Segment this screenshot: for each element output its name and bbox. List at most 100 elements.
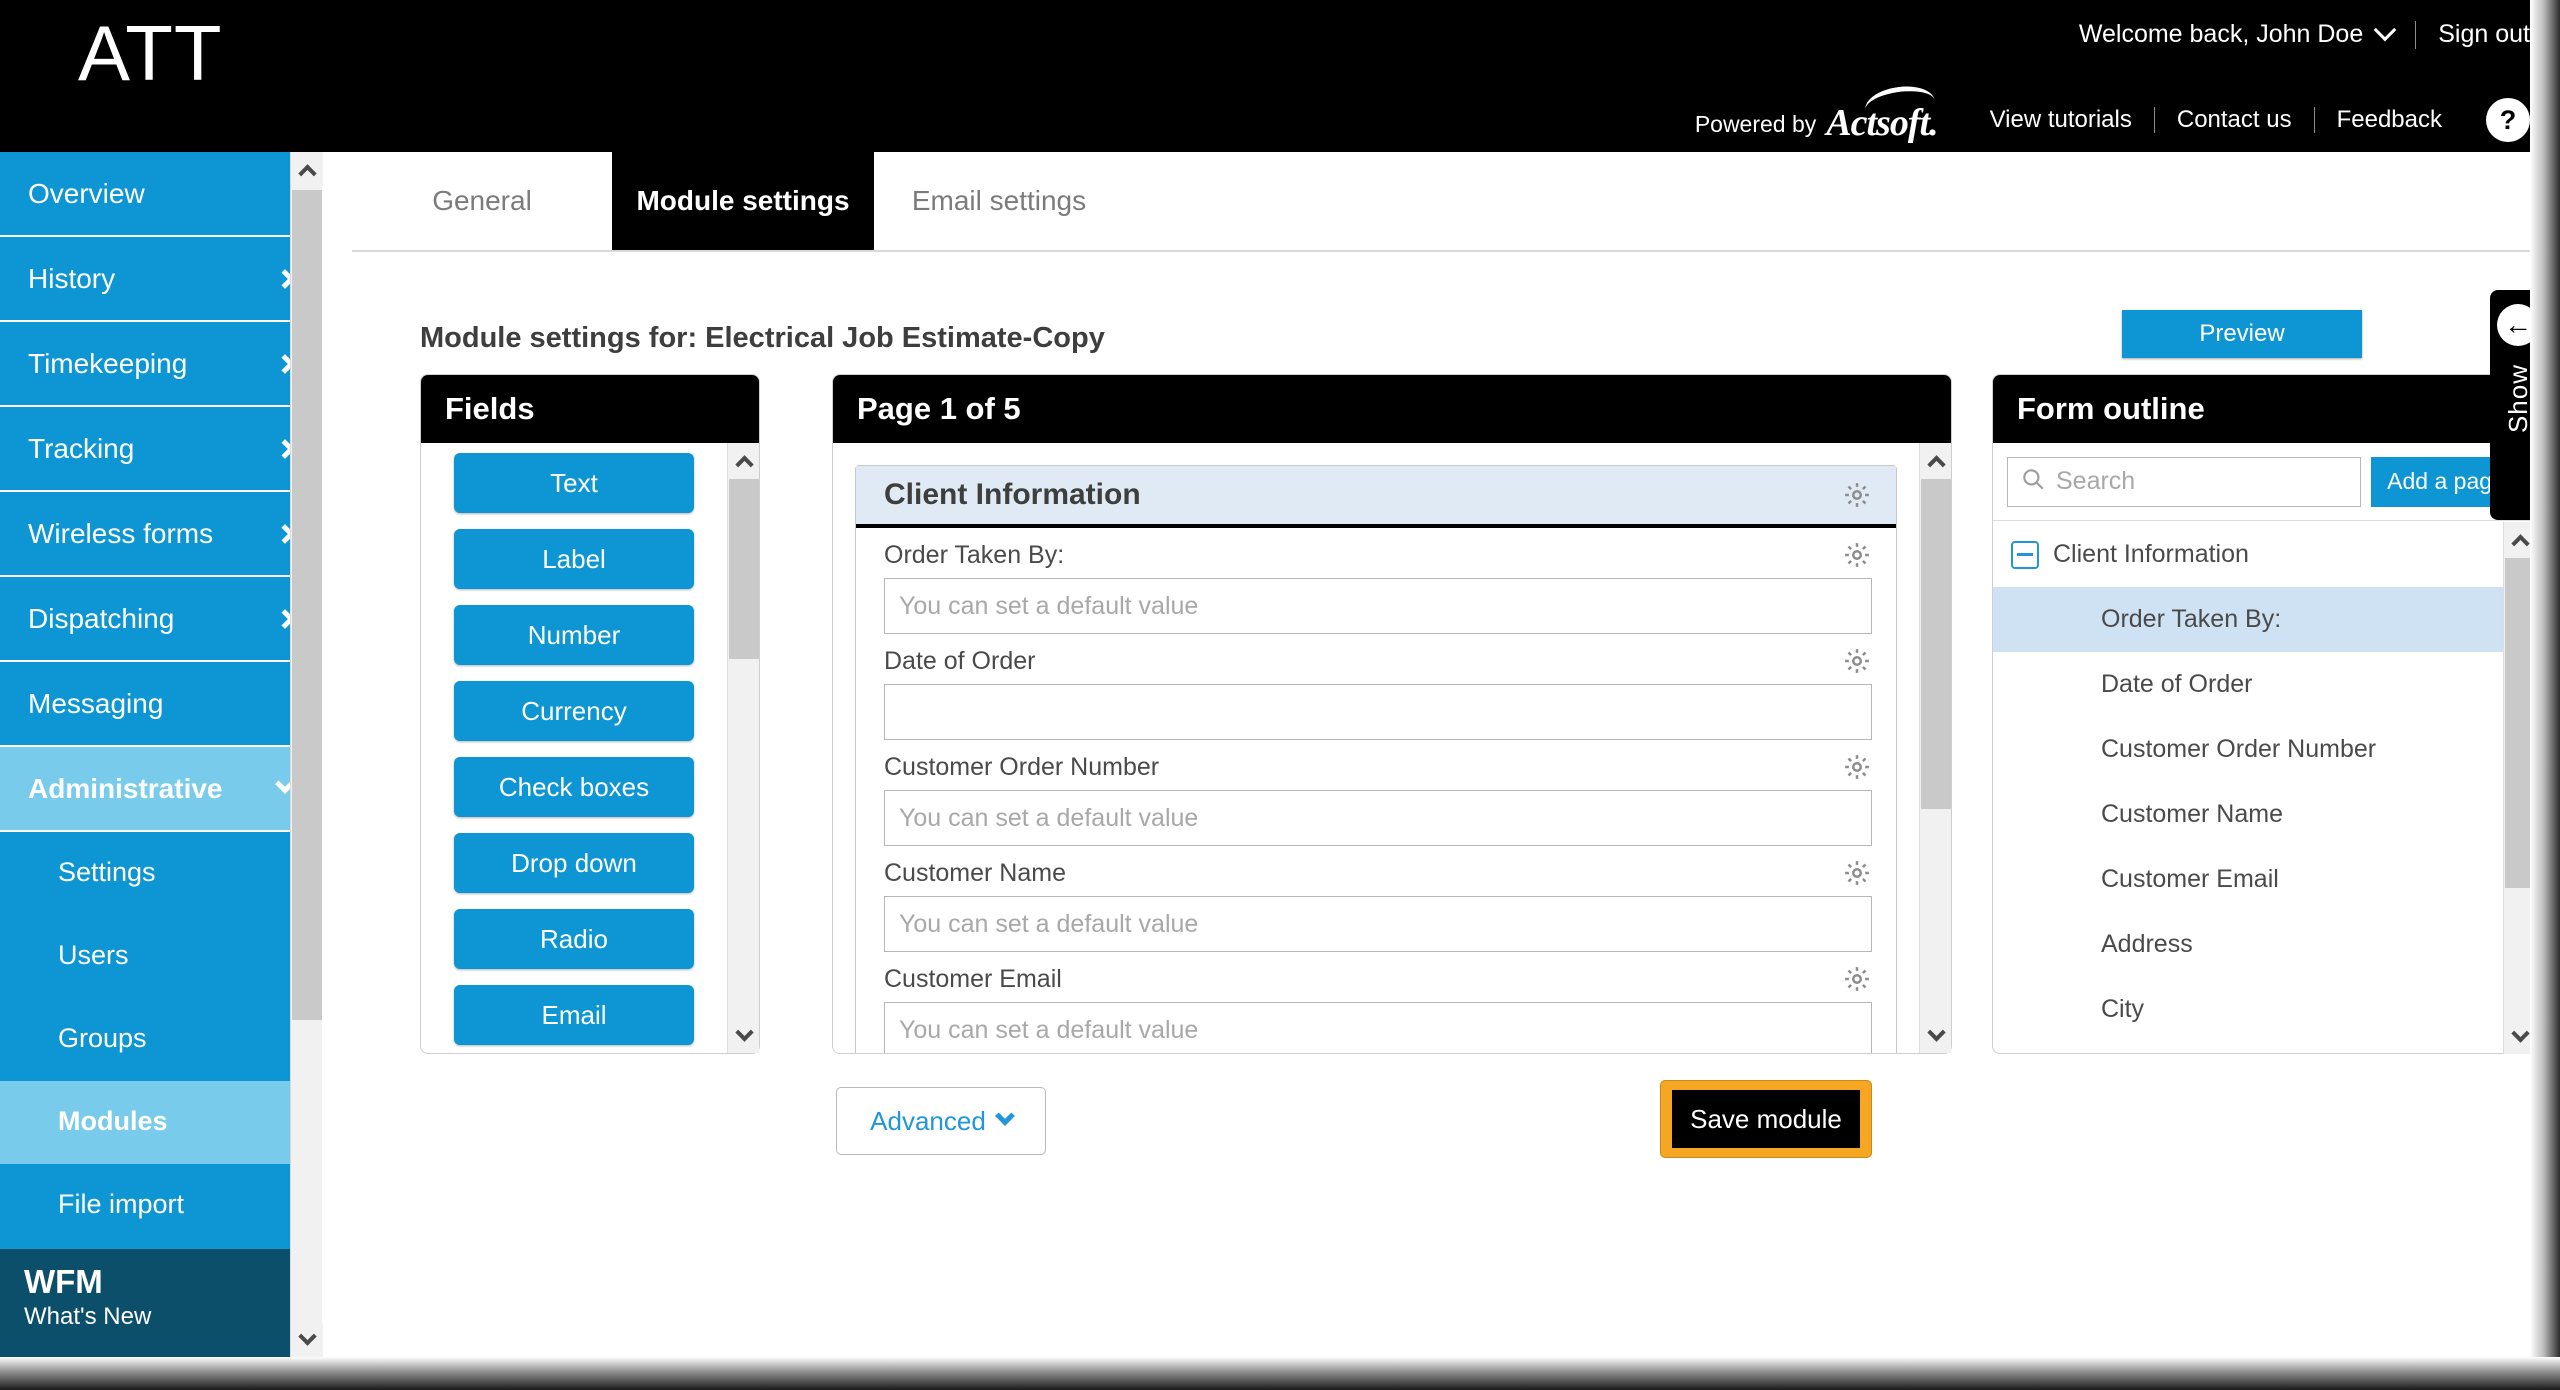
outline-row-label: Customer Email [2101, 865, 2279, 893]
gear-icon[interactable] [1842, 540, 1872, 570]
sidebar-item-modules[interactable]: Modules [0, 1081, 320, 1164]
sidebar-scrollbar[interactable] [290, 152, 323, 1357]
sidebar-item-history[interactable]: History [0, 237, 320, 322]
sidebar-subitem-label: Groups [58, 1023, 147, 1053]
sidebar-item-tracking[interactable]: Tracking [0, 407, 320, 492]
sidebar-item-label: Dispatching [28, 602, 175, 634]
field-button-label[interactable]: Label [454, 529, 694, 589]
sidebar-subitem-label: Modules [58, 1106, 168, 1136]
page-scrollbar[interactable] [1919, 443, 1951, 1053]
welcome-label[interactable]: Welcome back, John Doe [2079, 20, 2377, 49]
scroll-up-icon[interactable] [728, 443, 760, 477]
form-field-customer-email: Customer Email You can set a default val… [856, 952, 1896, 1053]
collapse-minus-icon[interactable] [2011, 540, 2039, 569]
scroll-down-icon[interactable] [1920, 1019, 1952, 1053]
fields-scrollbar[interactable] [727, 443, 759, 1053]
field-button-currency[interactable]: Currency [454, 681, 694, 741]
wfm-title: WFM [24, 1263, 103, 1300]
form-outline-list: Client Information Order Taken By: Date … [1993, 522, 2503, 1054]
scroll-down-icon[interactable] [291, 1323, 323, 1357]
sidebar-item-overview[interactable]: Overview [0, 152, 320, 237]
sidebar-item-wireless-forms[interactable]: Wireless forms [0, 492, 320, 577]
form-section-header[interactable]: Client Information [856, 466, 1896, 528]
field-input[interactable] [884, 684, 1872, 740]
gear-icon[interactable] [1842, 858, 1872, 888]
sidebar-item-file-import[interactable]: File import [0, 1164, 320, 1247]
field-input[interactable]: You can set a default value [884, 578, 1872, 634]
powered-by-label: Powered by [1694, 111, 1817, 137]
field-button-email[interactable]: Email [454, 985, 694, 1045]
outline-row-label: City [2101, 995, 2145, 1023]
top-header: ATT Welcome back, John Doe Sign out Powe… [0, 0, 2560, 152]
outline-row-label: Client Information [2053, 540, 2249, 568]
sidebar-item-settings[interactable]: Settings [0, 832, 320, 915]
field-input[interactable]: You can set a default value [884, 790, 1872, 846]
feedback-link[interactable]: Feedback [2315, 106, 2464, 134]
fields-panel: Fields Text Label Number Currency Check … [420, 374, 760, 1054]
scrollbar-thumb[interactable] [729, 479, 759, 659]
chevron-down-icon[interactable] [2373, 18, 2397, 41]
scroll-up-icon[interactable] [1920, 443, 1952, 477]
scroll-down-icon[interactable] [728, 1019, 760, 1053]
sidebar-item-timekeeping[interactable]: Timekeeping [0, 322, 320, 407]
save-module-button[interactable]: Save module [1672, 1090, 1860, 1148]
preview-button[interactable]: Preview [2122, 310, 2362, 358]
advanced-button[interactable]: Advanced [836, 1087, 1046, 1155]
form-field-customer-order-number: Customer Order Number You can set a defa… [856, 740, 1896, 846]
sidebar-subitem-label: Settings [58, 857, 156, 887]
field-label: Order Taken By: [884, 540, 1065, 569]
scrollbar-thumb[interactable] [292, 190, 322, 1020]
sidebar-item-groups[interactable]: Groups [0, 998, 320, 1081]
sidebar-footer-wfm[interactable]: WFM What's New [0, 1249, 320, 1357]
form-field-date-of-order: Date of Order [856, 634, 1896, 740]
outline-row-state[interactable]: State [1993, 1042, 2503, 1054]
sidebar-item-administrative[interactable]: Administrative [0, 747, 320, 832]
page-panel-body: Client Information Order Taken By: You c… [833, 443, 1951, 1053]
sign-out-link[interactable]: Sign out [2438, 20, 2530, 49]
search-icon [2020, 466, 2046, 497]
sidebar-item-messaging[interactable]: Messaging [0, 662, 320, 747]
field-label: Date of Order [884, 646, 1036, 675]
gear-icon[interactable] [1842, 480, 1872, 510]
contact-us-link[interactable]: Contact us [2155, 106, 2314, 134]
field-button-text[interactable]: Text [454, 453, 694, 513]
tab-module-settings[interactable]: Module settings [612, 152, 874, 250]
wfm-subtitle: What's New [24, 1302, 152, 1330]
tab-general[interactable]: General [352, 152, 612, 250]
tab-email-settings[interactable]: Email settings [874, 152, 1124, 250]
field-button-drop-down[interactable]: Drop down [454, 833, 694, 893]
scrollbar-thumb[interactable] [1921, 479, 1951, 809]
outline-row-customer-email[interactable]: Customer Email [1993, 847, 2503, 912]
scroll-up-icon[interactable] [291, 152, 323, 186]
settings-tabbar: General Module settings Email settings [352, 152, 2542, 250]
sidebar-item-label: Wireless forms [28, 517, 214, 549]
outline-row-city[interactable]: City [1993, 977, 2503, 1042]
gear-icon[interactable] [1842, 752, 1872, 782]
form-outline-title: Form outline [1993, 375, 2535, 443]
outline-row-address[interactable]: Address [1993, 912, 2503, 977]
tab-label: Module settings [636, 185, 850, 216]
outline-row-order-taken-by[interactable]: Order Taken By: [1993, 587, 2503, 652]
sidebar-item-users[interactable]: Users [0, 915, 320, 998]
field-input[interactable]: You can set a default value [884, 1002, 1872, 1053]
outline-row-label: Customer Order Number [2101, 735, 2377, 763]
outline-row-customer-name[interactable]: Customer Name [1993, 782, 2503, 847]
gear-icon[interactable] [1842, 646, 1872, 676]
help-icon[interactable]: ? [2486, 98, 2530, 142]
field-input[interactable]: You can set a default value [884, 896, 1872, 952]
form-outline-panel: Form outline Search Add a page Client In… [1992, 374, 2536, 1054]
sidebar-item-label: Tracking [28, 432, 135, 464]
field-button-radio[interactable]: Radio [454, 909, 694, 969]
sidebar-item-dispatching[interactable]: Dispatching [0, 577, 320, 662]
search-input[interactable]: Search [2007, 456, 2361, 507]
outline-row-date-of-order[interactable]: Date of Order [1993, 652, 2503, 717]
outline-group-client-information[interactable]: Client Information [1993, 522, 2503, 587]
app-logo: ATT [78, 9, 223, 97]
view-tutorials-link[interactable]: View tutorials [1968, 106, 2154, 134]
gear-icon[interactable] [1842, 964, 1872, 994]
field-button-check-boxes[interactable]: Check boxes [454, 757, 694, 817]
form-field-customer-name: Customer Name You can set a default valu… [856, 846, 1896, 952]
search-placeholder: Search [2056, 467, 2136, 495]
outline-row-customer-order-number[interactable]: Customer Order Number [1993, 717, 2503, 782]
field-button-number[interactable]: Number [454, 605, 694, 665]
